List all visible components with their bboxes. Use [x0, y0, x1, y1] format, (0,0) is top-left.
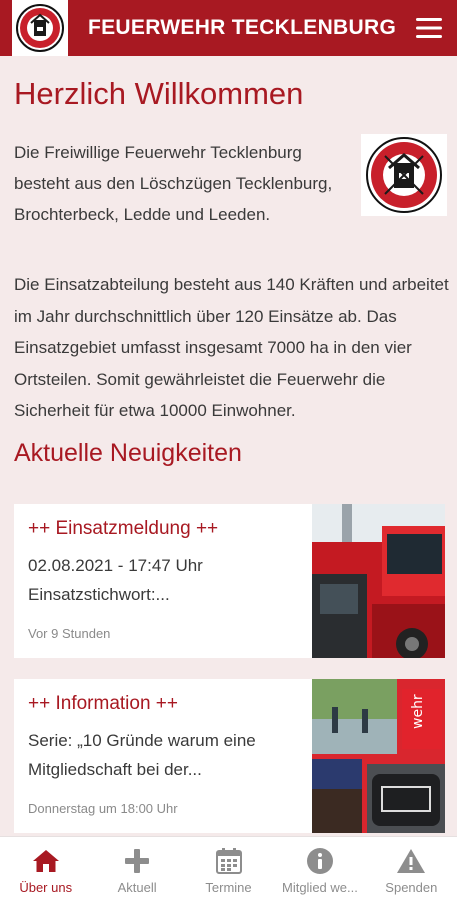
- main-content[interactable]: Herzlich Willkommen Die Freiwillige Feue…: [0, 56, 457, 836]
- nav-item-spenden[interactable]: Spenden: [366, 837, 457, 900]
- nav-item-aktuell[interactable]: Aktuell: [91, 837, 182, 900]
- nav-label: Mitglied we...: [281, 880, 358, 895]
- collage-photo: wehr: [312, 679, 445, 833]
- news-card[interactable]: ++ Einsatzmeldung ++ 02.08.2021 - 17:47 …: [14, 504, 445, 658]
- app-header: FEUERWEHR TECKLENBURG: [0, 0, 457, 56]
- info-icon: [305, 846, 335, 876]
- news-timestamp: Donnerstag um 18:00 Uhr: [28, 801, 178, 816]
- nav-item-termine[interactable]: Termine: [183, 837, 274, 900]
- calendar-icon: [214, 846, 244, 876]
- hamburger-menu-icon: [416, 18, 442, 38]
- fire-truck-photo: [312, 504, 445, 658]
- details-paragraph: Die Einsatzabteilung besteht aus 140 Krä…: [14, 275, 449, 420]
- fire-brigade-emblem-icon: [16, 4, 64, 52]
- intro-paragraph: Die Freiwillige Feuerwehr Tecklenburg be…: [14, 143, 333, 224]
- news-excerpt: 02.08.2021 - 17:47 Uhr Einsatzstichwort:…: [28, 556, 203, 604]
- news-timestamp: Vor 9 Stunden: [28, 626, 111, 641]
- welcome-title: Herzlich Willkommen: [14, 76, 304, 111]
- nav-item-ueber-uns[interactable]: Über uns: [0, 837, 91, 900]
- svg-text:wehr: wehr: [410, 694, 426, 729]
- fire-brigade-logo[interactable]: [12, 0, 68, 56]
- news-title: ++ Information ++: [28, 693, 178, 714]
- emblem-image: [361, 134, 447, 216]
- warning-icon: [396, 846, 426, 876]
- news-card[interactable]: ++ Information ++ Serie: „10 Gründe waru…: [14, 679, 445, 833]
- app-title: FEUERWEHR TECKLENBURG: [88, 16, 397, 39]
- news-heading: Aktuelle Neuigkeiten: [14, 439, 242, 467]
- news-excerpt: Serie: „10 Gründe warum eine Mitgliedsch…: [28, 731, 256, 779]
- nav-label: Spenden: [385, 880, 438, 895]
- fire-brigade-emblem-icon: [366, 137, 442, 213]
- nav-label: Termine: [205, 880, 252, 895]
- news-title: ++ Einsatzmeldung ++: [28, 518, 219, 539]
- menu-button[interactable]: [409, 8, 449, 48]
- nav-item-mitglied-werden[interactable]: Mitglied we...: [274, 837, 365, 900]
- plus-icon: [122, 846, 152, 876]
- home-icon: [31, 846, 61, 876]
- nav-label: Aktuell: [117, 880, 157, 895]
- nav-label: Über uns: [19, 880, 73, 895]
- bottom-navigation: Über uns Aktuell Termine Mitglied we... …: [0, 836, 457, 900]
